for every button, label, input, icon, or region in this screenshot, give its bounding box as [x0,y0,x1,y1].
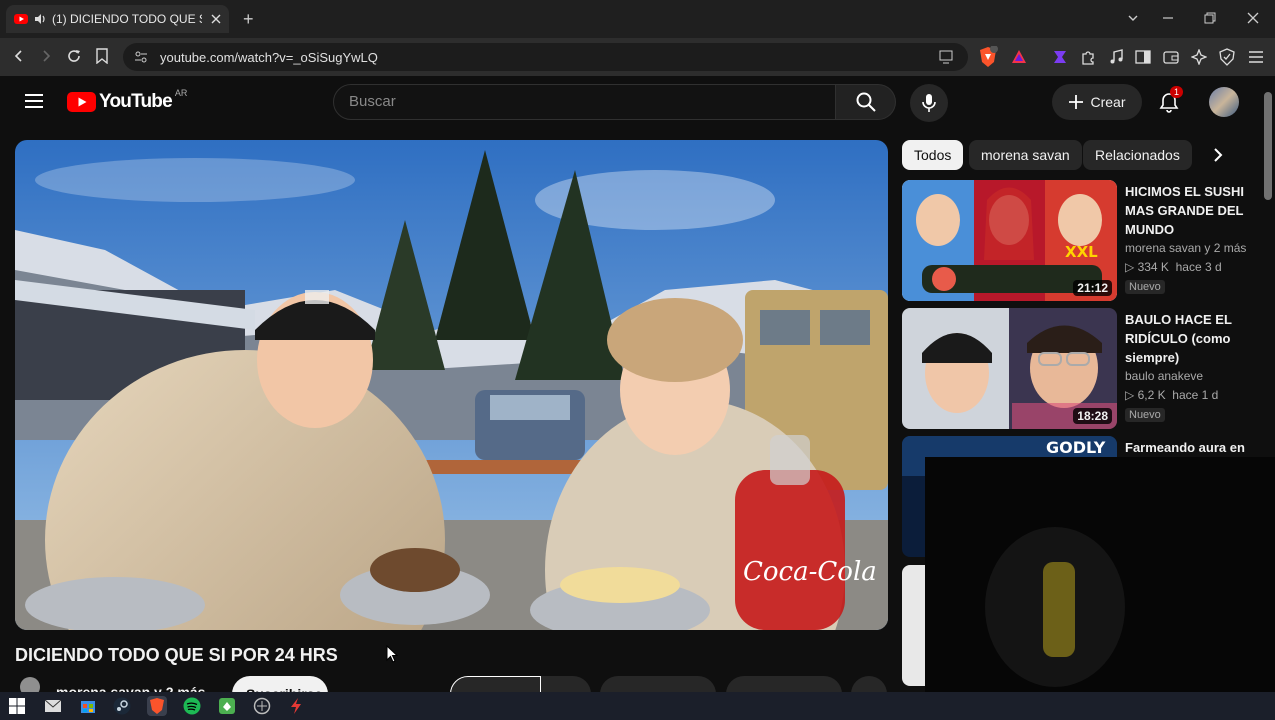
brave-shields-icon[interactable] [978,46,998,68]
video-title: DICIENDO TODO QUE SI POR 24 HRS [15,645,338,665]
leo-ai-icon[interactable] [1191,49,1207,65]
create-button[interactable]: Crear [1052,84,1142,120]
new-badge: Nuevo [1125,408,1165,422]
recommendation-channel[interactable]: baulo anakeve [1125,367,1255,386]
browser-tab-bar: (1) DICIENDO TODO QUE SI POR 24 HRS + [0,0,1275,38]
youtube-logo[interactable]: YouTube AR [67,88,188,113]
new-tab-button[interactable]: + [243,9,254,30]
account-avatar[interactable] [1209,87,1239,117]
chips-next-chevron-icon[interactable] [1210,146,1226,164]
media-music-icon[interactable] [1108,49,1124,65]
restore-icon[interactable] [1204,12,1216,24]
region-code: AR [174,88,188,98]
app-circle-icon[interactable] [252,696,272,716]
view-count: 6,2 K [1137,388,1166,402]
recommendation-title[interactable]: Farmeando aura en [1125,438,1255,457]
app-red-bolt-icon[interactable] [286,696,306,716]
youtube-logo-icon [67,92,96,112]
create-label: Crear [1090,94,1126,110]
back-icon[interactable] [12,49,26,63]
brave-taskbar-icon[interactable] [147,696,167,716]
guide-menu-icon[interactable] [24,93,44,109]
new-badge: Nuevo [1125,280,1165,294]
views-play-icon: ▷ [1125,388,1138,402]
browser-toolbar: youtube.com/watch?v=_oSiSugYwLQ [0,38,1275,76]
vpn-shield-icon[interactable] [1219,48,1235,66]
upload-age: hace 1 d [1172,388,1219,402]
video-frame-image: Coca-Cola [15,140,888,630]
recommendation-item[interactable]: XXL 21:12 HICIMOS EL SUSHI MAS GRANDE DE… [902,180,1262,301]
sidebar-icon[interactable] [1135,49,1151,65]
search-button[interactable] [836,84,896,120]
recommendation-thumbnail[interactable]: XXL 21:12 [902,180,1117,301]
youtube-header: YouTube AR Crear 1 [0,76,1275,130]
view-count: 334 K [1137,260,1169,274]
recommendation-thumbnail[interactable]: 18:28 [902,308,1117,429]
thumbnail-godly-text: GODLY [1046,438,1106,457]
webcam-feed-image [925,457,1275,720]
svg-text:Coca-Cola: Coca-Cola [743,557,877,587]
windows-taskbar [0,692,1275,720]
url-text: youtube.com/watch?v=_oSiSugYwLQ [160,50,378,65]
mail-icon[interactable] [43,696,63,716]
brave-rewards-icon[interactable] [1011,49,1027,65]
page-scrollbar-thumb[interactable] [1264,92,1272,200]
extension-twitch-icon[interactable] [1052,49,1068,65]
app-green-icon[interactable] [217,696,237,716]
chip-morena-savan[interactable]: morena savan [969,140,1082,170]
video-duration: 18:28 [1073,408,1112,424]
wallet-icon[interactable] [1163,49,1179,65]
spotify-icon[interactable] [182,696,202,716]
plus-icon [1069,95,1084,109]
browser-tab[interactable]: (1) DICIENDO TODO QUE SI POR 24 HRS [6,5,229,33]
microphone-icon [922,94,936,112]
windows-start-icon[interactable] [7,696,27,716]
tab-title: (1) DICIENDO TODO QUE SI POR 24 HRS [52,12,202,26]
cast-icon[interactable] [938,50,954,64]
voice-search-button[interactable] [910,84,948,122]
search-box[interactable] [333,84,836,120]
mouse-cursor-icon [386,645,398,663]
tab-search-chevron-icon[interactable] [1127,12,1139,24]
extensions-puzzle-icon[interactable] [1080,49,1096,65]
forward-icon[interactable] [39,49,53,63]
address-bar[interactable]: youtube.com/watch?v=_oSiSugYwLQ [123,43,968,71]
chip-relacionados[interactable]: Relacionados [1083,140,1192,170]
recommendation-channel[interactable]: morena savan y 2 más [1125,239,1255,258]
views-play-icon: ▷ [1125,260,1138,274]
reload-icon[interactable] [66,48,82,64]
speaker-icon[interactable] [34,13,46,25]
store-icon[interactable] [78,696,98,716]
webcam-overlay [925,457,1275,720]
thumbnail-xxl-text: XXL [1065,243,1098,261]
recommendation-title[interactable]: HICIMOS EL SUSHI MAS GRANDE DEL MUNDO [1125,182,1255,239]
chip-todos[interactable]: Todos [902,140,964,170]
notification-badge: 1 [1170,86,1184,98]
youtube-favicon-icon [14,14,28,24]
recommendation-stats: ▷ 334 K hace 3 d [1125,258,1255,277]
steam-icon[interactable] [112,696,132,716]
video-duration: 21:12 [1073,280,1112,296]
search-input[interactable] [349,93,819,110]
site-settings-icon[interactable] [134,50,148,64]
recommendation-item[interactable]: 18:28 BAULO HACE EL RIDÍCULO (como siemp… [902,308,1262,429]
menu-hamburger-icon[interactable] [1248,50,1264,64]
close-tab-icon[interactable] [211,14,221,24]
video-player[interactable]: Coca-Cola [15,140,888,630]
bookmark-icon[interactable] [96,48,108,64]
close-window-icon[interactable] [1247,12,1259,24]
notifications-button[interactable]: 1 [1158,86,1184,113]
recommendation-stats: ▷ 6,2 K hace 1 d [1125,386,1255,405]
search-icon [856,92,876,112]
minimize-icon[interactable] [1162,12,1174,24]
upload-age: hace 3 d [1175,260,1222,274]
youtube-logo-text: YouTube [99,91,173,112]
recommendation-title[interactable]: BAULO HACE EL RIDÍCULO (como siempre) [1125,310,1255,367]
